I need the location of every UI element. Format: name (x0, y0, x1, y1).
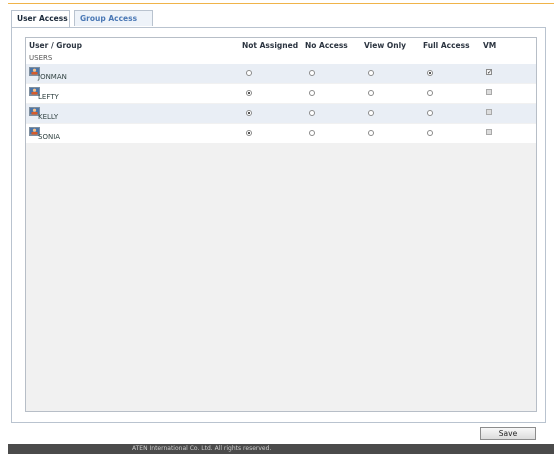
col-full-access: Full Access (423, 41, 470, 50)
radio-view-only[interactable] (368, 130, 374, 136)
table-row: SONIA (26, 124, 536, 143)
radio-not-assigned[interactable] (246, 130, 252, 136)
user-access-panel: User / Group Not Assigned No Access View… (11, 27, 546, 423)
footer-copyright: ATEN International Co. Ltd. All rights r… (132, 445, 272, 452)
radio-full-access[interactable] (427, 110, 433, 116)
radio-no-access[interactable] (309, 130, 315, 136)
table-row: LEFTY (26, 84, 536, 103)
radio-view-only[interactable] (368, 110, 374, 116)
table-row: KELLY (26, 104, 536, 123)
col-view-only: View Only (364, 41, 407, 50)
radio-no-access[interactable] (309, 110, 315, 116)
col-not-assigned: Not Assigned (242, 41, 299, 50)
radio-full-access[interactable] (427, 130, 433, 136)
col-user-group: User / Group (29, 41, 83, 50)
access-table: User / Group Not Assigned No Access View… (25, 37, 537, 412)
group-label: USERS (29, 54, 53, 62)
radio-not-assigned[interactable] (246, 110, 252, 116)
save-button[interactable]: Save (480, 427, 536, 440)
radio-full-access[interactable] (427, 70, 433, 76)
footer-bar: ATEN International Co. Ltd. All rights r… (8, 444, 554, 454)
col-no-access: No Access (305, 41, 348, 50)
user-name: LEFTY (38, 93, 59, 101)
radio-view-only[interactable] (368, 90, 374, 96)
col-vm: VM (483, 41, 497, 50)
user-name: JONMAN (38, 73, 67, 81)
radio-view-only[interactable] (368, 70, 374, 76)
vm-checkbox (486, 109, 492, 115)
tab-group-access[interactable]: Group Access (74, 10, 153, 26)
table-row: JONMAN ✓ (26, 64, 536, 83)
top-accent-line (8, 3, 554, 4)
radio-full-access[interactable] (427, 90, 433, 96)
vm-checkbox (486, 129, 492, 135)
user-name: KELLY (38, 113, 59, 121)
radio-not-assigned[interactable] (246, 90, 252, 96)
table-header: User / Group Not Assigned No Access View… (26, 38, 536, 52)
vm-checkbox[interactable]: ✓ (486, 69, 492, 76)
radio-no-access[interactable] (309, 70, 315, 76)
radio-no-access[interactable] (309, 90, 315, 96)
group-label-row: USERS (26, 52, 536, 64)
tab-user-access[interactable]: User Access (11, 10, 70, 27)
user-name: SONIA (38, 133, 61, 141)
radio-not-assigned[interactable] (246, 70, 252, 76)
vm-checkbox (486, 89, 492, 95)
